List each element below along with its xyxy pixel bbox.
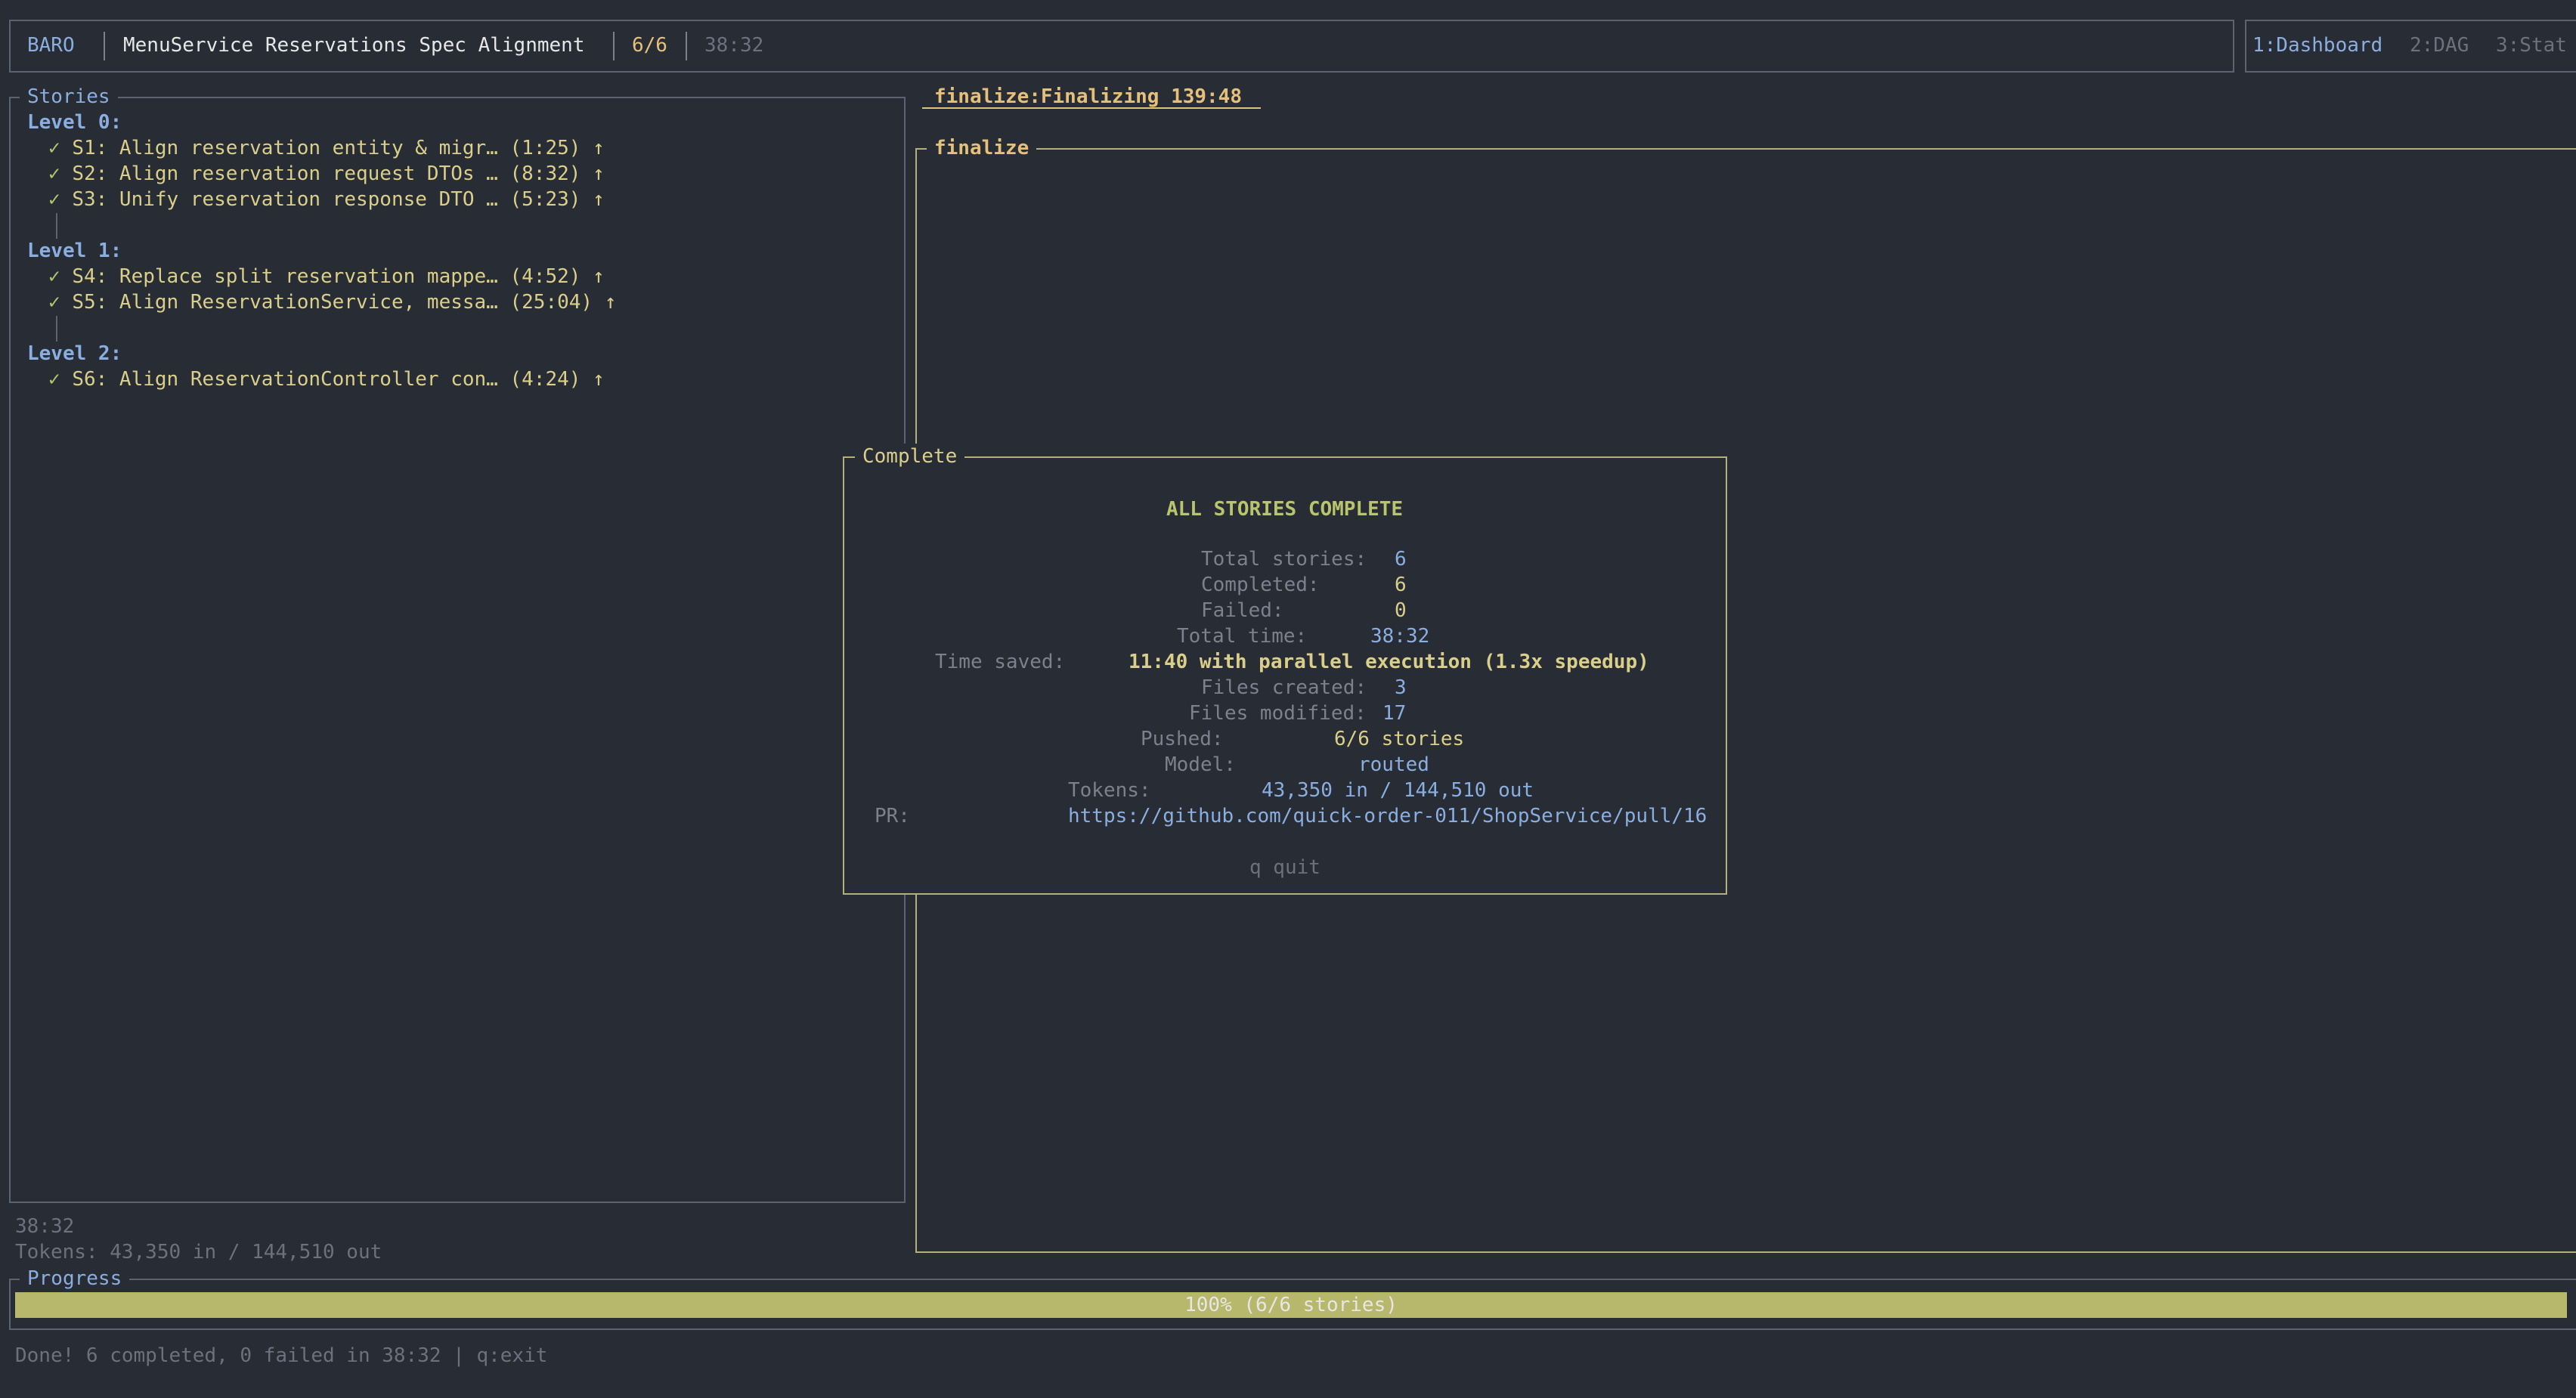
row-total-time: Total time: 38:32 [844,623,1726,649]
row-files-created: Files created: 3 [844,675,1726,701]
value: 11:40 with parallel execution (1.3x spee… [1129,651,1649,673]
active-tab-finalize[interactable]: finalize:Finalizing 139:48 [934,84,1242,110]
progress-title: Progress [20,1266,130,1291]
row-tokens: Tokens: 43,350 in / 144,510 out [844,778,1726,803]
row-failed: Failed: 0 [844,598,1726,623]
label: Completed: [1201,574,1320,596]
progress-label: 100% (6/6 stories) [1184,1294,1398,1316]
header-separator [104,32,105,60]
level-label: Level 2: [27,342,122,365]
check-icon: ✓ [48,162,60,185]
story-label: S5: Align ReservationService, messa… (25… [72,291,617,314]
dialog-title: Complete [855,444,965,469]
header-separator [686,32,687,60]
value: 3 [1395,676,1407,699]
value: 0 [1395,599,1407,622]
tab-stat[interactable]: 3:Stat [2496,32,2567,58]
story-item-s3[interactable]: ✓ S3: Unify reservation response DTO … (… [48,187,605,212]
value: 6/6 stories [1334,728,1465,750]
label: Files modified: [1189,702,1367,725]
story-item-s2[interactable]: ✓ S2: Align reservation request DTOs … (… [48,161,605,187]
project-title: MenuService Reservations Spec Alignment [123,34,585,57]
app-name: BARO [27,34,75,57]
label: Failed: [1201,599,1284,622]
label: Files created: [1201,676,1367,699]
story-item-s6[interactable]: ✓ S6: Align ReservationController con… (… [48,367,605,392]
complete-dialog: Complete ALL STORIES COMPLETE Total stor… [843,444,1727,895]
header-separator [613,32,615,60]
label: Total stories: [1201,548,1367,571]
value: 38:32 [1370,625,1430,648]
dialog-heading: ALL STORIES COMPLETE [1166,498,1404,521]
value: 17 [1382,702,1407,725]
row-total-stories: Total stories: 6 [844,546,1726,572]
value: 43,350 in / 144,510 out [1262,779,1534,802]
row-files-modified: Files modified: 17 [844,701,1726,726]
value: routed [1358,753,1429,776]
check-icon: ✓ [48,265,60,288]
story-item-s1[interactable]: ✓ S1: Align reservation entity & migr… (… [48,135,605,161]
row-time-saved: Time saved: 11:40 with parallel executio… [844,649,1726,675]
row-completed: Completed: 6 [844,572,1726,598]
level-label: Level 0: [27,111,122,134]
row-pushed: Pushed: 6/6 stories [844,726,1726,752]
header-elapsed: 38:32 [704,34,764,57]
story-label: S6: Align ReservationController con… (4:… [72,368,605,391]
label: Model: [1165,753,1236,776]
stories-panel-title: Stories [20,84,118,110]
pr-link[interactable]: https://github.com/quick-order-011/ShopS… [1068,803,1707,829]
label: Tokens: [1068,779,1151,802]
active-tab-underline [922,107,1261,109]
level-connector [56,316,57,342]
status-bar: Done! 6 completed, 0 failed in 38:32 | q… [15,1344,548,1367]
value: 6 [1395,574,1407,596]
check-icon: ✓ [48,291,60,314]
row-pr: PR: https://github.com/quick-order-011/S… [844,803,1726,829]
finalize-panel-title: finalize [927,135,1037,161]
value: 6 [1395,548,1407,571]
stories-panel [9,97,906,1203]
label: Time saved: [935,651,1066,673]
story-item-s4[interactable]: ✓ S4: Replace split reservation mappe… (… [48,264,605,289]
stats-time: 38:32 [15,1215,75,1238]
label: Pushed: [1141,728,1224,750]
label: Total time: [1177,625,1308,648]
tab-dashboard[interactable]: 1:Dashboard [2252,32,2382,58]
check-icon: ✓ [48,368,60,391]
story-label: S1: Align reservation entity & migr… (1:… [72,137,605,159]
level-label: Level 1: [27,240,122,262]
check-icon: ✓ [48,137,60,159]
row-model: Model: routed [844,752,1726,778]
tab-dag[interactable]: 2:DAG [2410,32,2469,58]
story-count: 6/6 [632,34,667,57]
story-label: S3: Unify reservation response DTO … (5:… [72,188,605,211]
label: PR: [875,805,910,827]
quit-hint[interactable]: q quit [1249,855,1321,880]
stats-tokens: Tokens: 43,350 in / 144,510 out [15,1241,382,1263]
progress-track: 100% (6/6 stories) [15,1292,2567,1318]
check-icon: ✓ [48,188,60,211]
story-label: S2: Align reservation request DTOs … (8:… [72,162,605,185]
story-item-s5[interactable]: ✓ S5: Align ReservationService, messa… (… [48,289,616,315]
level-connector [56,213,57,239]
story-label: S4: Replace split reservation mappe… (4:… [72,265,605,288]
